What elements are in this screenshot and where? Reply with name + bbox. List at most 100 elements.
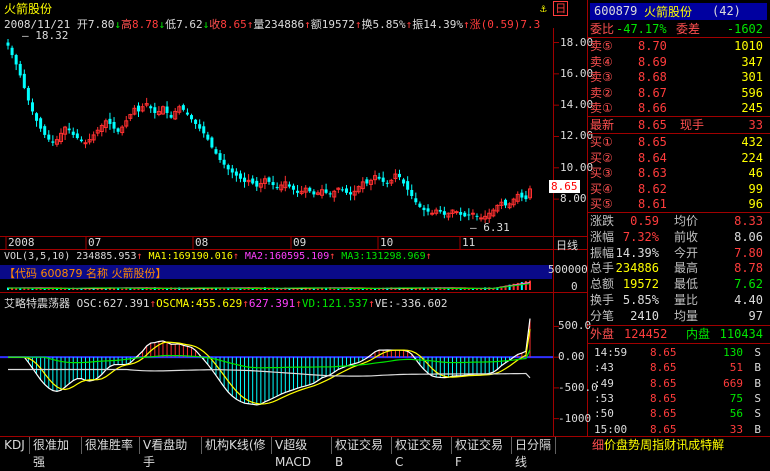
date-tick-label: 11 — [462, 236, 476, 249]
sell-row: 卖① 8.66 245 — [590, 101, 763, 116]
candle-body — [35, 113, 39, 121]
candle-body — [30, 102, 34, 112]
date-tick-label: 07 — [88, 236, 102, 249]
stat-row: 总额 19572 最低 7.62 — [590, 277, 763, 292]
tab-4[interactable]: 机构K线(修 — [202, 437, 272, 454]
candle-body — [414, 198, 418, 203]
stat-row: 涨跌 0.59 均价 8.33 — [590, 214, 763, 228]
candle-body — [238, 173, 242, 179]
candle-body — [198, 124, 202, 129]
tab-2[interactable]: 很准胜率 — [82, 437, 140, 454]
candle-body — [218, 153, 222, 160]
tick-row: :53 8.65 75 S — [594, 391, 761, 405]
candle-body — [194, 119, 198, 124]
quote-code: 600879 — [594, 4, 638, 18]
candle-body — [470, 212, 475, 215]
volume-bar — [492, 288, 495, 290]
tab-8[interactable]: 权证交易F — [452, 437, 512, 469]
volume-bar — [243, 288, 246, 290]
tab-6[interactable]: 权证交易B — [332, 437, 392, 469]
candle-body — [442, 211, 446, 215]
volume-bar — [121, 288, 124, 290]
right-tab-8[interactable]: 成 — [688, 438, 700, 452]
candle-body — [275, 186, 279, 189]
candle-body — [79, 139, 83, 142]
candle-body — [406, 181, 410, 190]
tick-row: 14:59 8.65 130 S — [594, 346, 761, 359]
right-tab-3[interactable]: 势 — [628, 438, 640, 452]
candle-body — [291, 185, 295, 190]
candle-body — [206, 134, 210, 140]
candle-body — [381, 177, 385, 182]
candle-body — [328, 193, 332, 195]
tab-7[interactable]: 权证交易C — [392, 437, 452, 469]
tab-3[interactable]: V看盘助手 — [140, 437, 202, 469]
right-tab-0[interactable]: 细 — [592, 438, 604, 452]
tab-1[interactable]: 很准加强 — [30, 437, 82, 469]
right-tab-7[interactable]: 讯 — [676, 438, 688, 452]
candle-body — [251, 178, 255, 184]
candle-body — [324, 189, 328, 193]
right-tab-6[interactable]: 财 — [664, 438, 676, 452]
max-price-label: — 18.32 — [22, 29, 69, 42]
right-tab-2[interactable]: 盘 — [616, 438, 628, 452]
candle-body — [344, 188, 348, 193]
right-tab-10[interactable]: 解 — [712, 438, 724, 452]
candle-body — [296, 190, 300, 193]
volume-bar — [496, 288, 499, 290]
candle-body — [71, 131, 75, 135]
volume-bar — [316, 288, 319, 290]
candle-body — [454, 211, 459, 214]
osc-tick-label: 0.00 — [558, 350, 585, 364]
buy-row: 买② 8.64 224 — [590, 150, 763, 165]
candle-body — [222, 159, 226, 165]
candle-body — [255, 180, 259, 187]
candle-body — [349, 192, 353, 195]
candle-body — [365, 179, 369, 184]
sell-row: 卖④ 8.69 347 — [590, 54, 763, 69]
volume-bar — [337, 288, 340, 290]
tick-row: :49 8.65 669 B — [594, 376, 761, 390]
sell-row: 卖③ 8.68 301 — [590, 70, 763, 85]
volume-bar — [321, 288, 324, 290]
candle-body — [22, 73, 26, 88]
right-tab-4[interactable]: 周 — [640, 438, 652, 452]
tab-5[interactable]: V超级MACD — [272, 437, 332, 469]
tick-row: :50 8.65 56 S — [594, 407, 761, 421]
candle-body — [226, 165, 230, 170]
date-tick-label: 09 — [293, 236, 307, 249]
volume-bar — [333, 288, 336, 290]
osc-tick-label: 500.0 — [558, 319, 592, 333]
price-tick-label: 10.00 — [560, 160, 594, 174]
vol-axis-zero: 0 — [571, 280, 578, 293]
candle-body — [340, 189, 344, 191]
right-tab-9[interactable]: 特 — [700, 438, 712, 452]
candle-body — [112, 121, 116, 129]
right-tabs[interactable]: 细价盘势周指财讯成特解 — [592, 437, 724, 454]
candle-body — [116, 128, 120, 132]
buy-row: 买③ 8.63 46 — [590, 166, 763, 181]
vol-axis-top: 500000 — [548, 263, 588, 276]
osc-tick-label: -1000 — [558, 411, 592, 425]
tab-0[interactable]: KDJ — [0, 437, 30, 454]
right-tab-5[interactable]: 指 — [652, 438, 664, 452]
tab-9[interactable]: 日分隔线 — [512, 437, 556, 469]
candle-body — [137, 105, 140, 112]
candle-body — [14, 55, 18, 65]
period-label[interactable]: 日线 — [556, 237, 578, 253]
candle-body — [377, 176, 381, 179]
stat-row: 涨幅 7.32% 前收 8.06 — [590, 229, 763, 244]
candle-body — [430, 212, 435, 215]
candle-body — [39, 118, 43, 129]
candle-body — [422, 207, 426, 211]
buy-row: 买⑤ 8.61 96 — [590, 197, 763, 212]
candle-body — [153, 107, 157, 113]
right-tab-1[interactable]: 价 — [604, 438, 616, 452]
candle-body — [83, 142, 88, 145]
candle-body — [438, 209, 442, 212]
candle-body — [10, 47, 14, 56]
candle-body — [6, 42, 10, 46]
candle-body — [18, 63, 22, 76]
stat-row: 总手 234886 最高 8.78 — [590, 261, 763, 276]
candle-body — [475, 215, 479, 217]
